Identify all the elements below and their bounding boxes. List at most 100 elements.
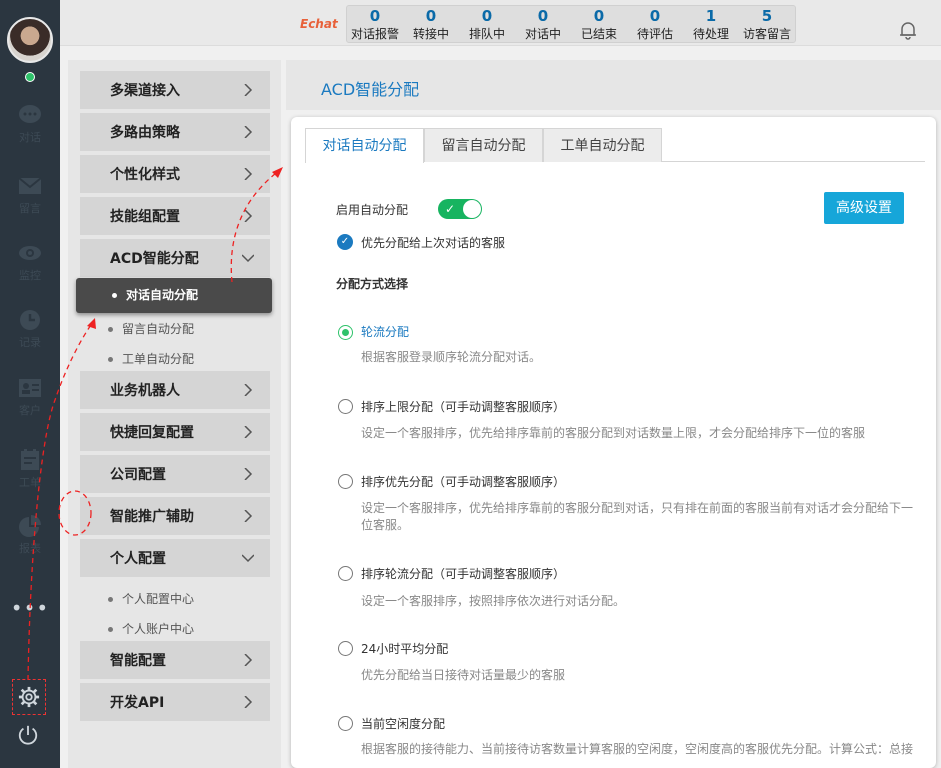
nav-item-label: 公司配置 — [110, 467, 166, 483]
stat-alarm[interactable]: 0 对话报警 — [347, 6, 403, 42]
stat-count: 0 — [593, 7, 605, 25]
online-status-icon — [25, 72, 35, 82]
nav-item-multichannel[interactable]: 多渠道接入 — [80, 71, 270, 111]
status-counters: 0 对话报警 0 转接中 0 排队中 0 对话中 0 已结束 0 待评估 1 待处理 5 访客留… — [346, 5, 796, 43]
stat-label: 待处理 — [692, 27, 729, 41]
rail-item-message[interactable]: 留言 — [0, 175, 60, 216]
radio-idle-degree[interactable] — [338, 716, 353, 731]
chevron-right-icon — [244, 168, 253, 180]
stat-label: 对话中 — [524, 27, 561, 41]
option-title: 当前空闲度分配 — [361, 717, 446, 731]
option-title: 排序轮流分配（可手动调整客服顺序） — [361, 567, 566, 581]
advanced-settings-button[interactable]: 高级设置 — [824, 192, 904, 224]
chevron-right-icon — [244, 126, 253, 138]
eye-icon — [19, 246, 41, 260]
stat-label: 访客留言 — [742, 27, 791, 41]
stat-label: 已结束 — [580, 27, 617, 41]
nav-sub-chat-auto[interactable]: 对话自动分配 — [76, 278, 272, 313]
stat-visitor-messages[interactable]: 5 访客留言 — [739, 6, 795, 42]
radio-sort-round[interactable] — [338, 566, 353, 581]
stat-count: 0 — [649, 7, 661, 25]
left-rail: 对话 留言 监控 记录 客户 工单 报表 ••• — [0, 0, 60, 768]
nav-sub-account-center[interactable]: 个人账户中心 — [108, 620, 194, 637]
chat-icon — [19, 105, 41, 123]
nav-item-label: 个性化样式 — [110, 167, 180, 183]
nav-sub-message-auto[interactable]: 留言自动分配 — [108, 320, 194, 337]
option-title: 排序上限分配（可手动调整客服顺序） — [361, 400, 566, 414]
app-root: 对话 留言 监控 记录 客户 工单 报表 ••• Echat 0 对话报警 0 … — [0, 0, 941, 768]
option-desc: 根据客服的接待能力、当前接待访客数量计算客服的空闲度，空闲度高的客服优先分配。计… — [361, 742, 914, 756]
stat-transferring[interactable]: 0 转接中 — [403, 6, 459, 42]
stat-chatting[interactable]: 0 对话中 — [515, 6, 571, 42]
nav-sub-ticket-auto[interactable]: 工单自动分配 — [108, 350, 194, 367]
tab-bar: 对话自动分配 留言自动分配 工单自动分配 — [305, 128, 925, 163]
option-desc: 优先分配给当日接待对话量最少的客服 — [361, 668, 566, 682]
enable-auto-toggle[interactable]: ✓ — [438, 199, 482, 219]
page-title: ACD智能分配 — [321, 80, 420, 99]
nav-item-label: 技能组配置 — [110, 209, 180, 225]
check-icon: ✓ — [445, 202, 456, 216]
rail-item-customer[interactable]: 客户 — [0, 377, 60, 418]
tab-chat-auto[interactable]: 对话自动分配 — [305, 128, 424, 163]
option-desc: 根据客服登录顺序轮流分配对话。 — [361, 350, 542, 364]
clock-icon — [20, 310, 40, 330]
stat-count: 0 — [369, 7, 381, 25]
nav-item-label: 开发API — [110, 695, 165, 711]
nav-item-label: 快捷回复配置 — [110, 425, 194, 441]
avatar[interactable] — [7, 17, 53, 63]
tab-message-auto[interactable]: 留言自动分配 — [424, 128, 543, 162]
radio-sort-limit[interactable] — [338, 399, 353, 414]
ticket-icon — [21, 449, 39, 470]
chevron-right-icon — [244, 696, 253, 708]
tab-ticket-auto[interactable]: 工单自动分配 — [543, 128, 662, 162]
rail-item-chat[interactable]: 对话 — [0, 104, 60, 145]
rail-item-label: 报表 — [19, 542, 41, 555]
nav-item-personal[interactable]: 个人配置 — [80, 539, 270, 579]
nav-item-skill-group[interactable]: 技能组配置 — [80, 197, 270, 237]
nav-item-quick-reply[interactable]: 快捷回复配置 — [80, 413, 270, 453]
pie-chart-icon — [19, 515, 41, 537]
page-header: ACD智能分配 — [286, 60, 941, 110]
rail-item-ticket[interactable]: 工单 — [0, 449, 60, 490]
nav-item-company[interactable]: 公司配置 — [80, 455, 270, 495]
gear-icon — [18, 686, 40, 708]
prefer-last-checkbox[interactable]: ✓ — [337, 234, 353, 250]
nav-item-api[interactable]: 开发API — [80, 683, 270, 723]
radio-round-robin[interactable] — [338, 325, 353, 340]
option-desc: 设定一个客服排序，按照排序依次进行对话分配。 — [361, 594, 626, 608]
stat-label: 待评估 — [636, 27, 673, 41]
radio-sort-priority[interactable] — [338, 474, 353, 489]
nav-item-routing[interactable]: 多路由策略 — [80, 113, 270, 153]
settings-button[interactable] — [12, 679, 46, 715]
rail-item-monitor[interactable]: 监控 — [0, 242, 60, 283]
rail-item-label: 客户 — [19, 404, 41, 417]
nav-sub-personal-center[interactable]: 个人配置中心 — [108, 590, 194, 607]
nav-item-label: 个人配置 — [110, 551, 166, 567]
stat-count: 0 — [537, 7, 549, 25]
power-icon[interactable] — [17, 724, 39, 746]
rail-item-report[interactable]: 报表 — [0, 515, 60, 556]
rail-item-label: 留言 — [19, 202, 41, 215]
option-title: 轮流分配 — [361, 325, 410, 339]
top-bar: Echat 0 对话报警 0 转接中 0 排队中 0 对话中 0 已结束 0 待评估 1 待处… — [60, 0, 941, 46]
brand-logo: Echat — [300, 17, 338, 31]
nav-item-acd[interactable]: ACD智能分配 — [80, 239, 270, 279]
stat-ended[interactable]: 0 已结束 — [571, 6, 627, 42]
chevron-right-icon — [244, 426, 253, 438]
contact-card-icon — [19, 379, 41, 397]
nav-item-style[interactable]: 个性化样式 — [80, 155, 270, 195]
stat-queue[interactable]: 0 排队中 — [459, 6, 515, 42]
stat-pending[interactable]: 1 待处理 — [683, 6, 739, 42]
radio-24h-average[interactable] — [338, 641, 353, 656]
option-title: 排序优先分配（可手动调整客服顺序） — [361, 475, 566, 489]
nav-item-robot[interactable]: 业务机器人 — [80, 371, 270, 411]
nav-item-smart-config[interactable]: 智能配置 — [80, 641, 270, 681]
more-icon[interactable]: ••• — [0, 598, 60, 618]
bell-icon[interactable] — [898, 20, 918, 40]
nav-item-promotion[interactable]: 智能推广辅助 — [80, 497, 270, 537]
rail-item-record[interactable]: 记录 — [0, 309, 60, 350]
stat-label: 排队中 — [468, 27, 505, 41]
stat-count: 0 — [425, 7, 437, 25]
nav-item-label: 业务机器人 — [110, 383, 180, 399]
stat-to-evaluate[interactable]: 0 待评估 — [627, 6, 683, 42]
